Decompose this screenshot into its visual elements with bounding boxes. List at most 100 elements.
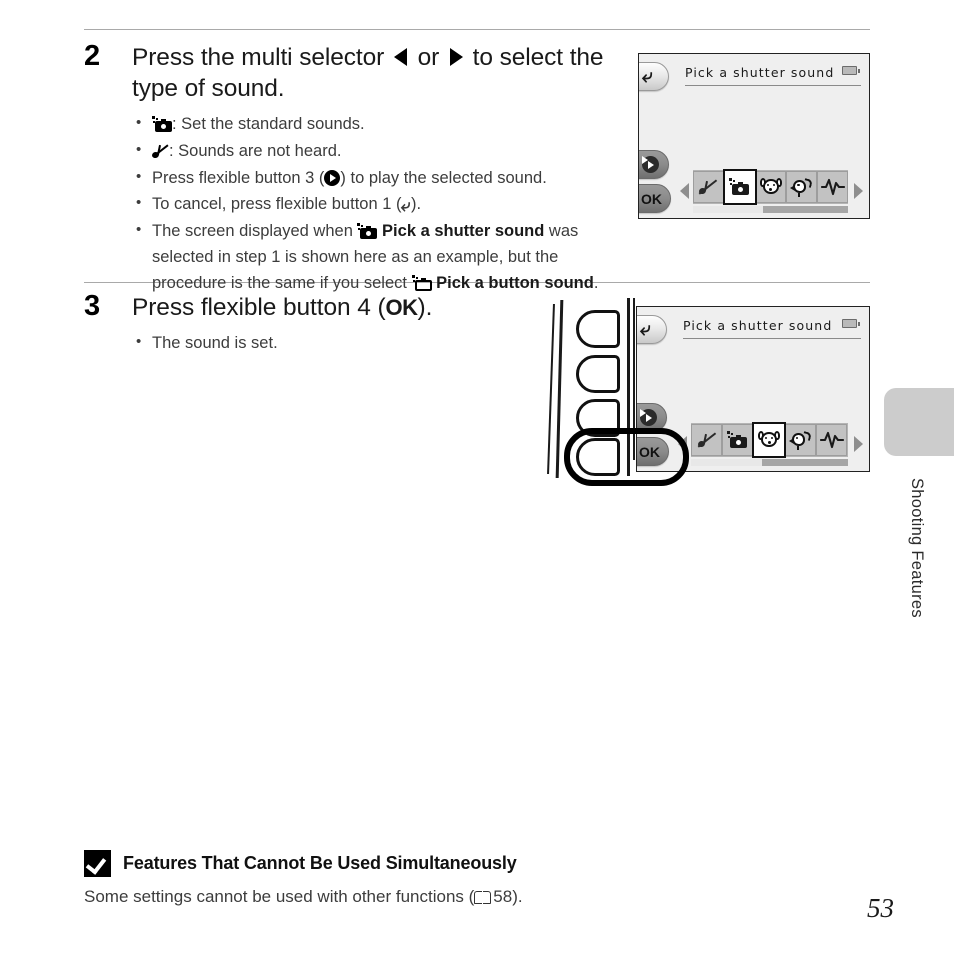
flexible-button-1[interactable] [576,310,620,348]
bullet-no-sounds: : Sounds are not heard. [132,138,604,165]
step-3-title: Press flexible button 4 (OK). [132,292,514,323]
dog-sound-icon-cell[interactable] [755,171,787,203]
ok-button[interactable]: OK [639,184,671,213]
back-icon: ⤷ [640,319,651,340]
step-3-title-before: Press flexible button 4 ( [132,294,386,321]
ok-icon: OK [385,295,419,320]
strip-right-arrow-icon[interactable] [854,436,863,452]
play-icon [324,169,341,186]
sound-off-icon [696,431,717,449]
play-button[interactable] [639,150,669,179]
back-button[interactable]: ⤷ [639,62,669,91]
sound-off-icon [698,178,718,196]
step-2-title-before: Press the multi selector [132,44,391,71]
title-underline [685,85,861,87]
sound-icon-strip[interactable] [693,169,848,205]
strip-right-arrow-icon[interactable] [854,183,863,199]
strip-scrollbar[interactable] [691,459,848,466]
note-reference-page: 58 [493,887,513,906]
note-text-before: Some settings cannot be used with other … [84,887,475,906]
screen-title: Pick a shutter sound [685,65,835,80]
standard-camera-sound-icon [728,178,751,196]
bullet-cancel: To cancel, press flexible button 1 (⤷). [132,191,604,218]
bullet-example-after: . [593,273,599,292]
step-2-block: 2 Press the multi selector or to select … [84,42,604,297]
play-icon [640,409,657,426]
caution-note: Features That Cannot Be Used Simultaneou… [84,850,784,907]
page-number: 53 [867,893,894,923]
bullet-standard-sounds: : Set the standard sounds. [132,111,604,138]
step-3-title-after: ). [417,294,433,321]
button-sound-icon [411,274,432,291]
sound-off-icon-cell[interactable] [691,424,722,456]
mute-icon [151,143,169,159]
camera-sound-icon [357,223,378,240]
manual-page: { "page": { "number": "53", "side_tab_la… [0,0,954,954]
standard-camera-sound-icon-cell[interactable] [722,169,757,205]
bullet-play-sound: Press flexible button 3 ( ) to play the s… [132,165,604,192]
sound-off-icon-cell[interactable] [693,171,724,203]
step-3-bullets: The sound is set. [132,330,514,357]
waveform-sound-icon-cell[interactable] [816,424,847,456]
strip-scrollbar-thumb[interactable] [693,206,763,213]
waveform-sound-icon [819,431,844,449]
dog-sound-icon [758,430,780,450]
note-header: Features That Cannot Be Used Simultaneou… [84,850,784,877]
left-arrow-icon [393,48,407,66]
waveform-sound-icon [820,178,845,196]
bullet-no-sounds-text: : Sounds are not heard. [169,141,342,160]
step-2-title: Press the multi selector or to select th… [132,42,604,104]
button-4-highlight [564,428,689,486]
camera-screen-step2: Pick a shutter sound ⤷ OK [638,53,870,219]
note-text-after: ). [512,887,523,906]
dog-sound-icon-cell[interactable] [752,422,786,458]
caution-check-icon [84,850,111,877]
strip-scrollbar[interactable] [693,206,848,213]
battery-icon [842,66,860,75]
book-icon [474,890,492,904]
bullet-example-bold-button: Pick a button sound [436,273,594,292]
bullet-cancel-after: ). [411,195,422,214]
standard-camera-sound-icon-cell[interactable] [722,424,753,456]
step-2-bullets: : Set the standard sounds. : Sounds are … [132,111,604,296]
bird-sound-icon [789,430,812,450]
standard-camera-sound-icon [726,431,749,449]
step-2-title-mid: or [410,44,446,71]
section-tab [884,388,954,456]
battery-icon [842,319,860,328]
step-3-number: 3 [84,290,101,322]
back-icon: ⤷ [401,196,411,216]
camera-sound-icon [152,116,172,133]
bird-sound-icon-cell[interactable] [786,171,818,203]
bullet-play-sound-before: Press flexible button 3 ( [152,168,325,187]
bullet-play-sound-after: ) to play the selected sound. [340,168,547,187]
bullet-sound-is-set: The sound is set. [132,330,514,357]
top-divider [84,29,870,30]
strip-left-arrow-icon[interactable] [680,183,689,199]
bullet-example-bold-shutter: Pick a shutter sound [382,222,545,241]
note-text: Some settings cannot be used with other … [84,887,784,907]
waveform-sound-icon-cell[interactable] [817,171,848,203]
bullet-example-note: The screen displayed when Pick a shutter… [132,218,604,296]
ok-button-label: OK [641,190,662,207]
title-underline [683,338,861,340]
step-2-number: 2 [84,40,101,72]
back-icon: ⤷ [642,66,653,87]
sound-icon-strip[interactable] [691,422,848,458]
camera-left-edge [555,300,564,478]
step-3-block: 3 Press flexible button 4 (OK). The soun… [84,292,514,358]
camera-outer-edge [547,304,555,474]
bullet-standard-sounds-text: : Set the standard sounds. [172,115,365,134]
bird-sound-icon-cell[interactable] [785,424,816,456]
right-arrow-icon [449,48,463,66]
bullet-example-before: The screen displayed when [152,222,358,241]
flexible-button-2[interactable] [576,355,620,393]
section-tab-label: Shooting Features [908,478,926,618]
screen-title: Pick a shutter sound [683,318,833,333]
back-button[interactable]: ⤷ [637,315,667,344]
bird-sound-icon [790,177,814,197]
note-title: Features That Cannot Be Used Simultaneou… [123,853,517,873]
dog-sound-icon [759,177,782,197]
strip-scrollbar-thumb[interactable] [691,459,762,466]
play-icon [642,156,659,173]
